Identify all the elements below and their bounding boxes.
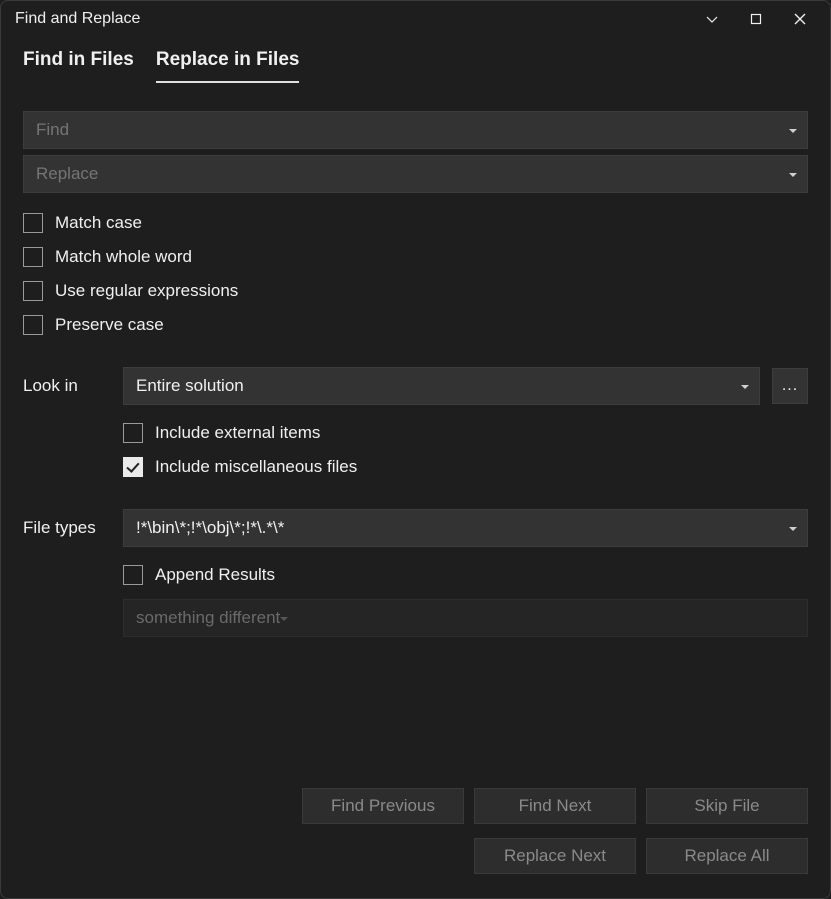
window-title: Find and Replace [15, 10, 690, 28]
maximize-icon[interactable] [734, 4, 778, 34]
skip-file-button[interactable]: Skip File [646, 788, 808, 824]
dialog-content: Match case Match whole word Use regular … [1, 83, 830, 898]
match-case-option[interactable]: Match case [23, 213, 808, 233]
append-results-option[interactable]: Append Results [123, 565, 808, 585]
window-controls [690, 4, 822, 34]
checkbox-icon[interactable] [23, 213, 43, 233]
match-whole-word-option[interactable]: Match whole word [23, 247, 808, 267]
tab-strip: Find in Files Replace in Files [1, 37, 830, 83]
use-regex-label: Use regular expressions [55, 281, 238, 301]
include-external-option[interactable]: Include external items [123, 423, 808, 443]
checkbox-checked-icon[interactable] [123, 457, 143, 477]
file-types-combo[interactable]: !*\bin\*;!*\obj\*;!*\.*\* [123, 509, 808, 547]
include-misc-label: Include miscellaneous files [155, 457, 357, 477]
button-spacer [302, 838, 464, 874]
checkbox-icon[interactable] [23, 247, 43, 267]
file-types-row: File types !*\bin\*;!*\obj\*;!*\.*\* [23, 509, 808, 547]
browse-button[interactable]: ... [772, 368, 808, 404]
action-buttons-row-2: Replace Next Replace All [302, 838, 808, 874]
chevron-down-icon [280, 608, 288, 628]
file-types-value: !*\bin\*;!*\obj\*;!*\.*\* [136, 518, 284, 538]
look-in-row: Look in Entire solution ... [23, 367, 808, 405]
replace-input-combo[interactable] [23, 155, 808, 193]
replace-all-button[interactable]: Replace All [646, 838, 808, 874]
results-target-combo: something different [123, 599, 808, 637]
match-whole-word-label: Match whole word [55, 247, 192, 267]
chevron-down-icon [789, 518, 797, 538]
replace-input[interactable] [36, 164, 795, 184]
include-misc-option[interactable]: Include miscellaneous files [123, 457, 808, 477]
action-buttons-row-1: Find Previous Find Next Skip File [302, 788, 808, 824]
preserve-case-option[interactable]: Preserve case [23, 315, 808, 335]
find-input[interactable] [36, 120, 795, 140]
minimize-icon[interactable] [690, 4, 734, 34]
find-input-combo[interactable] [23, 111, 808, 149]
look-in-value: Entire solution [136, 376, 244, 396]
include-external-label: Include external items [155, 423, 320, 443]
look-in-combo[interactable]: Entire solution [123, 367, 760, 405]
checkbox-icon[interactable] [123, 565, 143, 585]
checkbox-icon[interactable] [123, 423, 143, 443]
look-in-sub-options: Include external items Include miscellan… [123, 423, 808, 477]
chevron-down-icon [741, 376, 749, 396]
replace-next-button[interactable]: Replace Next [474, 838, 636, 874]
match-case-label: Match case [55, 213, 142, 233]
search-options: Match case Match whole word Use regular … [23, 213, 808, 335]
close-icon[interactable] [778, 4, 822, 34]
tab-find-in-files[interactable]: Find in Files [23, 49, 134, 83]
title-bar: Find and Replace [1, 1, 830, 37]
look-in-label: Look in [23, 376, 111, 396]
append-results-label: Append Results [155, 565, 275, 585]
results-options: Append Results [123, 565, 808, 585]
use-regex-option[interactable]: Use regular expressions [23, 281, 808, 301]
results-target-value: something different [136, 608, 280, 628]
find-previous-button[interactable]: Find Previous [302, 788, 464, 824]
find-next-button[interactable]: Find Next [474, 788, 636, 824]
checkbox-icon[interactable] [23, 315, 43, 335]
action-buttons: Find Previous Find Next Skip File Replac… [23, 788, 808, 898]
preserve-case-label: Preserve case [55, 315, 164, 335]
checkbox-icon[interactable] [23, 281, 43, 301]
file-types-label: File types [23, 518, 111, 538]
tab-replace-in-files[interactable]: Replace in Files [156, 49, 300, 83]
